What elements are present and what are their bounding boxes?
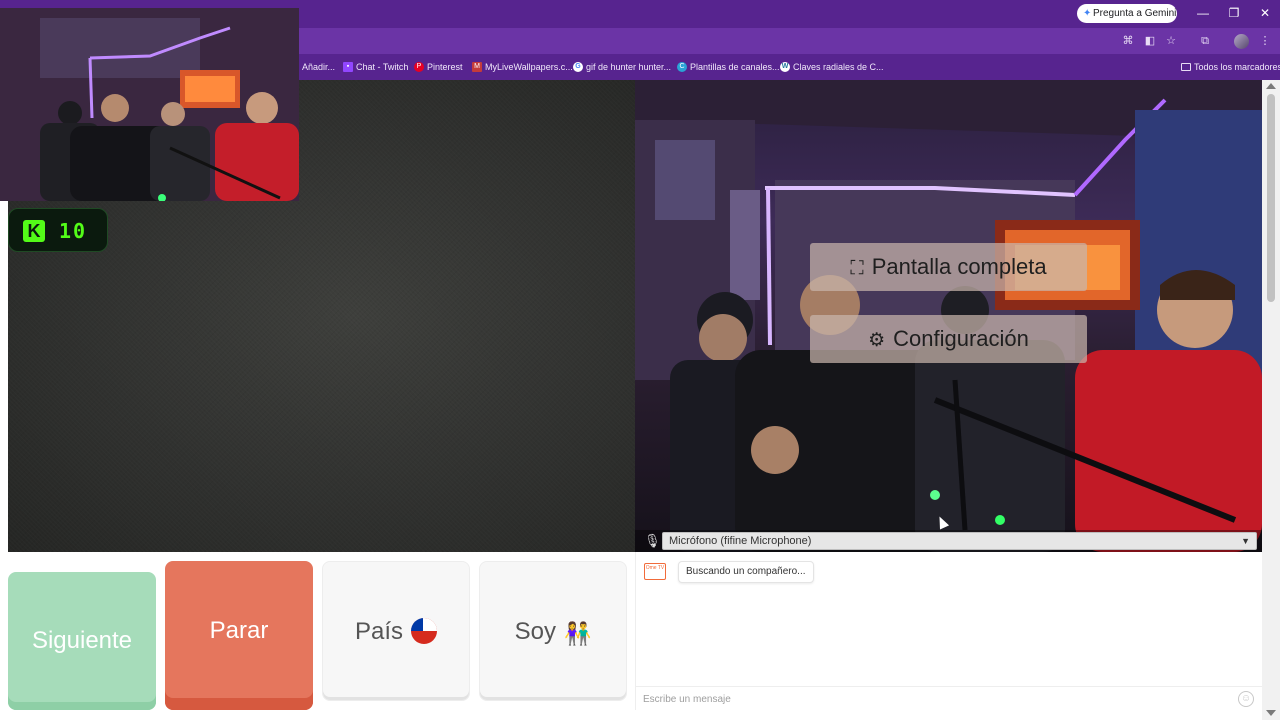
couple-icon: 👫 [563, 621, 592, 646]
translate-icon[interactable]: ⌘ [1120, 33, 1136, 49]
bookmark-label: Pinterest [427, 62, 463, 72]
fullscreen-label: Pantalla completa [871, 254, 1047, 279]
bookmark-item[interactable]: W Claves radiales de C... [780, 61, 884, 73]
chevron-down-icon: ▼ [1241, 536, 1250, 546]
star-icon[interactable]: ☆ [1163, 33, 1179, 49]
message-input[interactable] [643, 690, 1223, 708]
fullscreen-icon: ⛶ [850, 258, 864, 279]
restore-icon[interactable]: ❐ [1223, 3, 1245, 23]
kick-viewer-count: 10 [59, 219, 88, 243]
country-button[interactable]: País [322, 561, 470, 701]
google-icon: G [573, 62, 583, 72]
next-button-label: Siguiente [31, 627, 133, 654]
extensions-icon[interactable]: ⧉ [1197, 33, 1213, 49]
gemini-button-label: Pregunta a Gemini [1093, 8, 1177, 19]
bookmark-item[interactable]: M MyLiveWallpapers.c... [472, 61, 573, 73]
settings-label: Configuración [893, 326, 1029, 351]
gear-icon: ⚙ [868, 330, 886, 351]
bookmark-label: MyLiveWallpapers.c... [485, 62, 573, 72]
bookmark-label: Añadir... [302, 62, 336, 72]
scrollbar-thumb[interactable] [1267, 94, 1275, 302]
chat-status-message: Buscando un compañero... [678, 561, 814, 583]
gender-button[interactable]: Soy 👫 [479, 561, 627, 701]
chat-input-bar: ☺ [636, 686, 1263, 710]
all-bookmarks-button[interactable]: Todos los marcadores [1181, 61, 1280, 73]
pinterest-icon: P [414, 62, 424, 72]
ometv-logo: Ome TV [644, 563, 666, 580]
gemini-button[interactable]: ✦ Pregunta a Gemini [1077, 4, 1177, 23]
microphone-select[interactable]: Micrófono (fifine Microphone) ▼ [662, 532, 1257, 550]
close-icon[interactable]: ✕ [1254, 3, 1276, 23]
bookmark-label: Plantillas de canales... [690, 62, 780, 72]
next-button[interactable]: Siguiente [8, 572, 156, 710]
bookmark-item[interactable]: C Plantillas de canales... [677, 61, 780, 73]
country-button-label: País [354, 618, 404, 645]
scroll-down-icon[interactable] [1266, 710, 1276, 716]
site-icon: M [472, 62, 482, 72]
screen-share-icon[interactable]: ◧ [1142, 33, 1158, 49]
microphone-bar: 🎙 Micrófono (fifine Microphone) ▼ [635, 530, 1262, 552]
twitch-icon: ▪ [343, 62, 353, 72]
kick-viewer-badge: K 10 [8, 208, 108, 252]
stop-button[interactable]: Parar [165, 561, 313, 710]
streamer-webcam-overlay [0, 8, 299, 201]
bookmark-label: Chat - Twitch [356, 62, 409, 72]
site-icon: C [677, 62, 687, 72]
profile-avatar[interactable] [1234, 34, 1249, 49]
self-video[interactable]: ⛶ Pantalla completa ⚙ Configuración 🎙 Micr… [635, 80, 1262, 552]
settings-button[interactable]: ⚙ Configuración [810, 315, 1087, 363]
more-menu-icon[interactable]: ⋮ [1257, 33, 1273, 49]
all-bookmarks-label: Todos los marcadores [1194, 62, 1280, 72]
minimize-icon[interactable]: — [1192, 3, 1214, 23]
sparkle-icon: ✦ [1083, 8, 1092, 19]
wordpress-icon: W [780, 62, 790, 72]
bookmark-item[interactable]: ▪ Chat - Twitch [343, 61, 408, 73]
kick-logo-icon: K [23, 220, 45, 242]
microphone-icon: 🎙 [644, 533, 661, 548]
page-scrollbar[interactable] [1262, 80, 1280, 720]
fullscreen-button[interactable]: ⛶ Pantalla completa [810, 243, 1087, 291]
microphone-selected: Micrófono (fifine Microphone) [669, 535, 812, 547]
bookmark-item[interactable]: P Pinterest [414, 61, 463, 73]
bookmark-label: Claves radiales de C... [793, 62, 884, 72]
stop-button-label: Parar [209, 617, 269, 644]
bookmark-item[interactable]: G gif de hunter hunter... [573, 61, 671, 73]
gender-button-label: Soy [514, 618, 556, 645]
folder-icon [1181, 63, 1191, 71]
webcam-scene [0, 8, 299, 201]
bookmark-label: gif de hunter hunter... [586, 62, 672, 72]
emoji-icon[interactable]: ☺ [1238, 691, 1254, 707]
chile-flag-icon [411, 618, 438, 644]
chat-panel: Ome TV Buscando un compañero... ☺ [635, 552, 1263, 710]
app-root: ✦ Pregunta a Gemini — ❐ ✕ ⌘ ◧ ☆ ⧉ ⋮ Añad… [0, 0, 1280, 720]
scroll-up-icon[interactable] [1266, 83, 1276, 89]
